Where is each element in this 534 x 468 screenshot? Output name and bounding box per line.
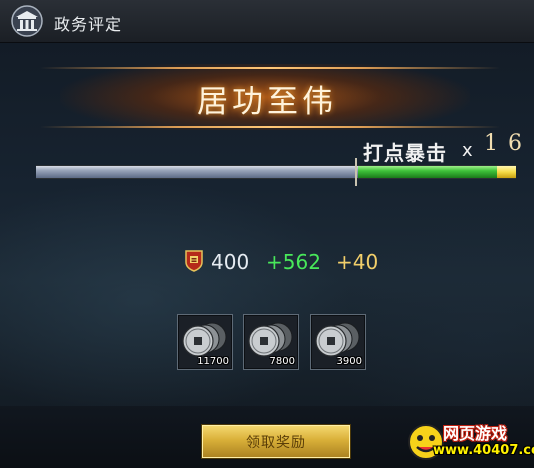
palace-icon	[8, 5, 46, 37]
watermark-url: www.40407.com	[433, 443, 534, 458]
stat-extra-value: +40	[336, 250, 379, 274]
banner-title: 居功至伟	[197, 84, 337, 120]
rank-shield-icon	[184, 250, 204, 272]
reward-count: 3900	[336, 356, 362, 367]
banner-bottom-line	[40, 126, 500, 128]
evaluation-panel: 政务评定 居功至伟 打点暴击 x 16 400 +562 +40 11700 7…	[0, 0, 534, 468]
reward-count: 11700	[197, 356, 229, 367]
reward-slot[interactable]: 7800	[243, 314, 299, 370]
crit-count: 16	[484, 131, 532, 156]
stat-bonus-value: +562	[266, 250, 321, 274]
reward-slot[interactable]: 3900	[310, 314, 366, 370]
progress-marker	[355, 158, 357, 186]
reward-count: 7800	[269, 356, 295, 367]
reward-slot[interactable]: 11700	[177, 314, 233, 370]
progress-extra-segment	[497, 166, 516, 178]
progress-base-segment	[36, 166, 358, 178]
crit-label: 打点暴击	[363, 141, 447, 165]
title-bar: 政务评定	[0, 0, 534, 43]
claim-reward-button[interactable]: 领取奖励	[202, 425, 350, 458]
stat-base-value: 400	[211, 250, 250, 274]
banner-top-line	[40, 67, 500, 69]
watermark-text: 网页游戏	[443, 424, 508, 443]
progress-bonus-segment	[358, 166, 497, 178]
window-title: 政务评定	[54, 15, 123, 34]
crit-multiplier-symbol: x	[462, 140, 473, 161]
